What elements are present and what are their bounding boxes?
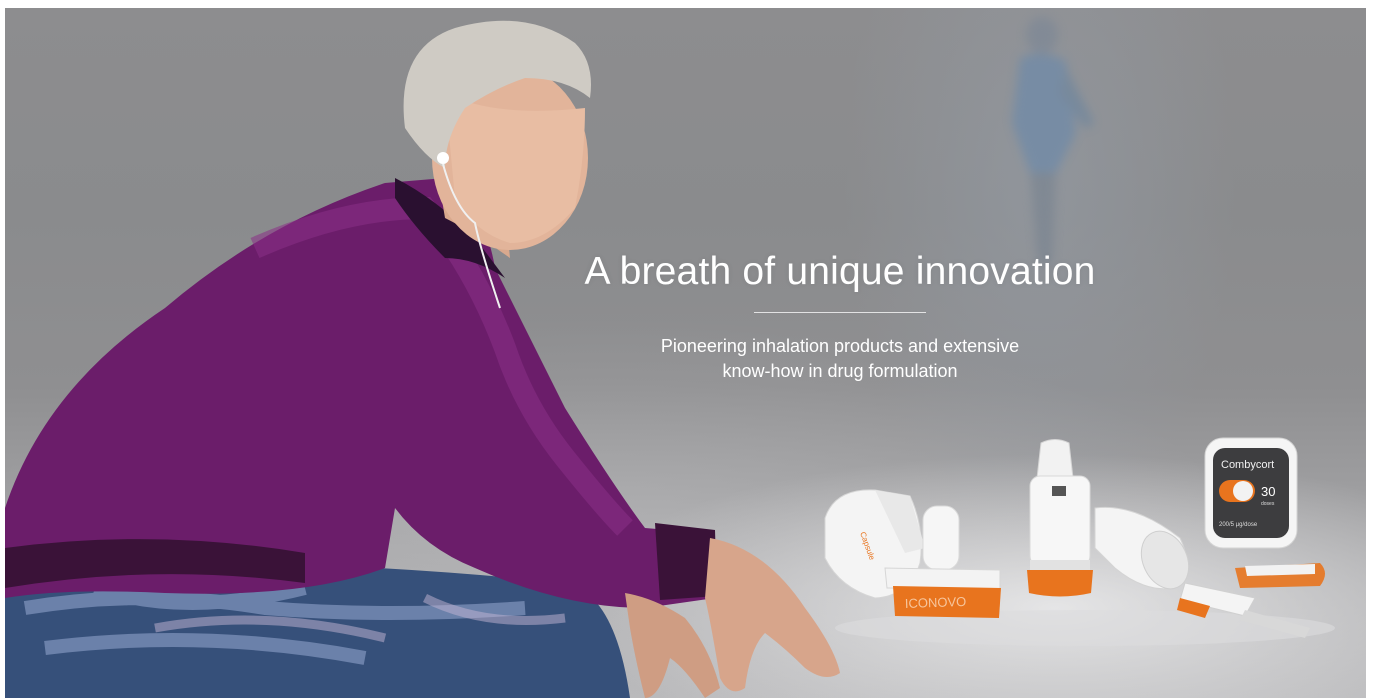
headline-divider — [754, 312, 926, 313]
tall-inhaler — [1027, 439, 1190, 597]
counter-brand: Combycort — [1221, 459, 1274, 471]
inhaler-brand: ICONOVO — [905, 594, 967, 611]
hero-subtitle-line2: know-how in drug formulation — [722, 361, 958, 381]
hero-subtitle: Pioneering inhalation products and exten… — [565, 334, 1115, 384]
counter-strength: 200/5 µg/dose — [1219, 522, 1258, 528]
inhaler-products: Capsule ICONOVO Combycort 30 doses 200/5… — [824, 437, 1335, 646]
capsule-inhaler: Capsule ICONOVO — [824, 489, 1001, 618]
left-hand — [625, 593, 720, 698]
hero-headline: A breath of unique innovation — [584, 250, 1096, 293]
counter-doses: 30 — [1261, 484, 1275, 499]
counter-doses-unit: doses — [1261, 501, 1275, 507]
hero-text-block: A breath of unique innovation Pioneering… — [565, 246, 1115, 384]
combycort-counter: Combycort 30 doses 200/5 µg/dose — [1177, 437, 1325, 638]
hero-subtitle-line1: Pioneering inhalation products and exten… — [660, 336, 1020, 356]
hero-banner: A breath of unique innovation Pioneering… — [5, 8, 1366, 698]
